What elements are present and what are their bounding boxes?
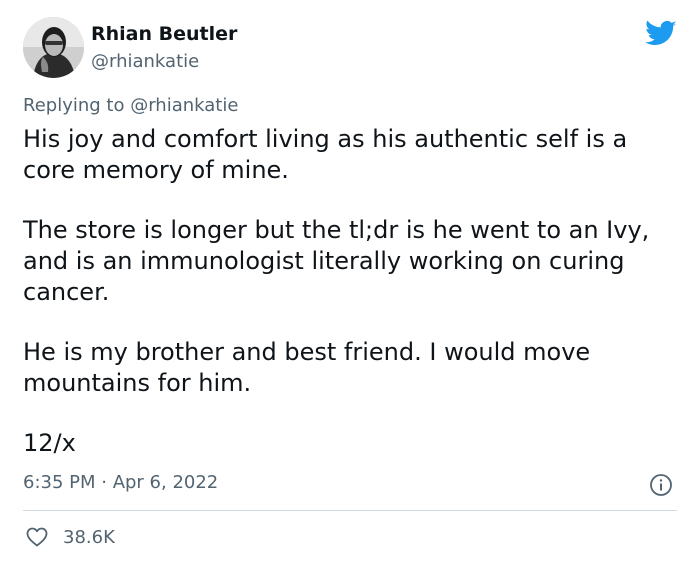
tweet-card: Rhian Beutler @rhiankatie Replying to @r… [0,0,700,563]
likes-count: 38.6K [63,526,115,548]
tweet-timestamp[interactable]: 6:35 PM · Apr 6, 2022 [23,472,218,493]
like-button[interactable]: 38.6K [25,524,115,550]
twitter-bird-icon[interactable] [645,20,677,48]
tweet-paragraph: His joy and comfort living as his authen… [23,125,628,184]
avatar-photo [23,17,84,78]
tweet-paragraph: The store is longer but the tl;dr is he … [23,216,650,306]
avatar[interactable] [23,17,84,78]
tweet-paragraph: 12/x [23,429,76,457]
divider [23,510,677,511]
tweet-paragraph: He is my brother and best friend. I woul… [23,338,591,397]
info-icon[interactable] [649,473,673,497]
replying-to-line: Replying to @rhiankatie [23,95,238,116]
replying-to-label: Replying to [23,95,131,116]
tweet-text: His joy and comfort living as his authen… [23,124,678,488]
display-name[interactable]: Rhian Beutler [91,23,237,45]
username-handle[interactable]: @rhiankatie [91,51,199,72]
heart-icon[interactable] [25,525,49,549]
reply-mention-link[interactable]: @rhiankatie [130,95,238,116]
